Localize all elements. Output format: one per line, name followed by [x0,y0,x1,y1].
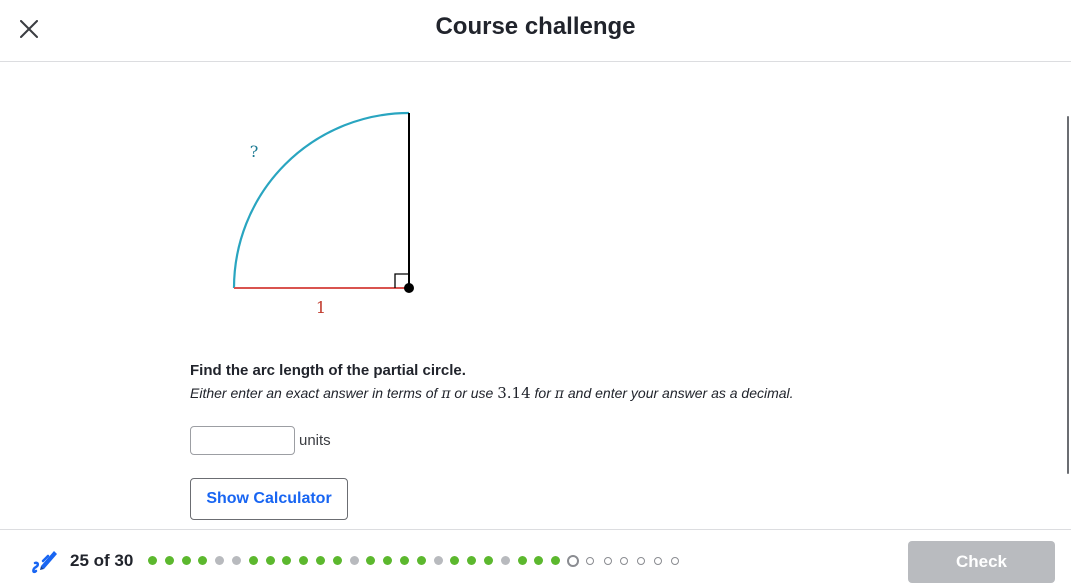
show-calculator-button[interactable]: Show Calculator [190,478,348,520]
progress-dot-correct [383,556,393,565]
partial-circle-figure: ? 1 [232,111,414,317]
answer-input[interactable] [190,426,295,455]
instruction-text-4: and enter your answer as a decimal. [563,385,794,401]
progress-dot-upcoming [637,556,646,565]
progress-dot-skipped [215,556,225,565]
question-title: Find the arc length of the partial circl… [190,362,466,379]
progress-dot-correct [517,556,527,565]
progress-dot-correct [198,556,208,565]
progress-dot-correct [366,556,376,565]
exercise-content: ? 1 Find the arc length of the partial c… [0,62,1071,529]
progress-dot-upcoming [603,556,612,565]
pi-symbol: π [441,386,451,402]
progress-dot-upcoming [620,556,629,565]
progress-dot-skipped [500,556,510,565]
instruction-text-3: for [530,385,555,401]
pi-approximation: 3.14 [497,384,531,402]
scrollbar[interactable] [1067,116,1069,474]
progress-dot-correct [400,556,409,565]
instruction-text-1: Either enter an exact answer in terms of [190,385,442,401]
units-label: units [299,432,331,449]
progress-dot-correct [148,556,157,565]
progress-dot-correct [484,556,493,565]
progress-dot-correct [181,556,191,565]
progress-dot-correct [416,556,426,565]
progress-dot-current [566,554,579,567]
pi-symbol: π [554,386,564,402]
progress-dot-correct [551,556,561,565]
progress-dot-correct [164,556,174,565]
question-block: Find the arc length of the partial circl… [190,362,794,402]
arc [232,111,410,289]
progress-dot-upcoming [586,556,594,565]
progress-dot-upcoming [670,556,679,565]
answer-row: units [190,426,331,455]
footer-bar: 25 of 30 Check [0,529,1071,587]
progress-dot-correct [299,556,309,565]
pencil-icon [32,551,57,574]
progress-dot-correct [282,556,292,565]
question-instructions: Either enter an exact answer in terms of… [190,384,794,402]
progress-dot-correct [450,556,460,565]
progress-dot-correct [534,556,544,565]
progress-dot-skipped [433,556,443,565]
check-button: Check [908,541,1055,583]
arc-label: ? [250,142,259,161]
radius-label: 1 [316,298,326,317]
center-point [404,283,414,293]
page-title: Course challenge [435,13,636,40]
progress-dot-skipped [349,556,359,565]
progress-dot-correct [467,556,477,565]
progress-dot-correct [248,556,258,565]
instruction-text-2: or use [450,385,498,401]
progress-text: 25 of 30 [70,551,134,570]
progress-dot-correct [265,556,275,565]
progress-dot-correct [332,556,342,565]
progress-dot-upcoming [653,556,662,565]
progress-dot-correct [316,556,325,565]
progress-dot-skipped [232,556,241,565]
header-bar: Course challenge [0,0,1071,62]
